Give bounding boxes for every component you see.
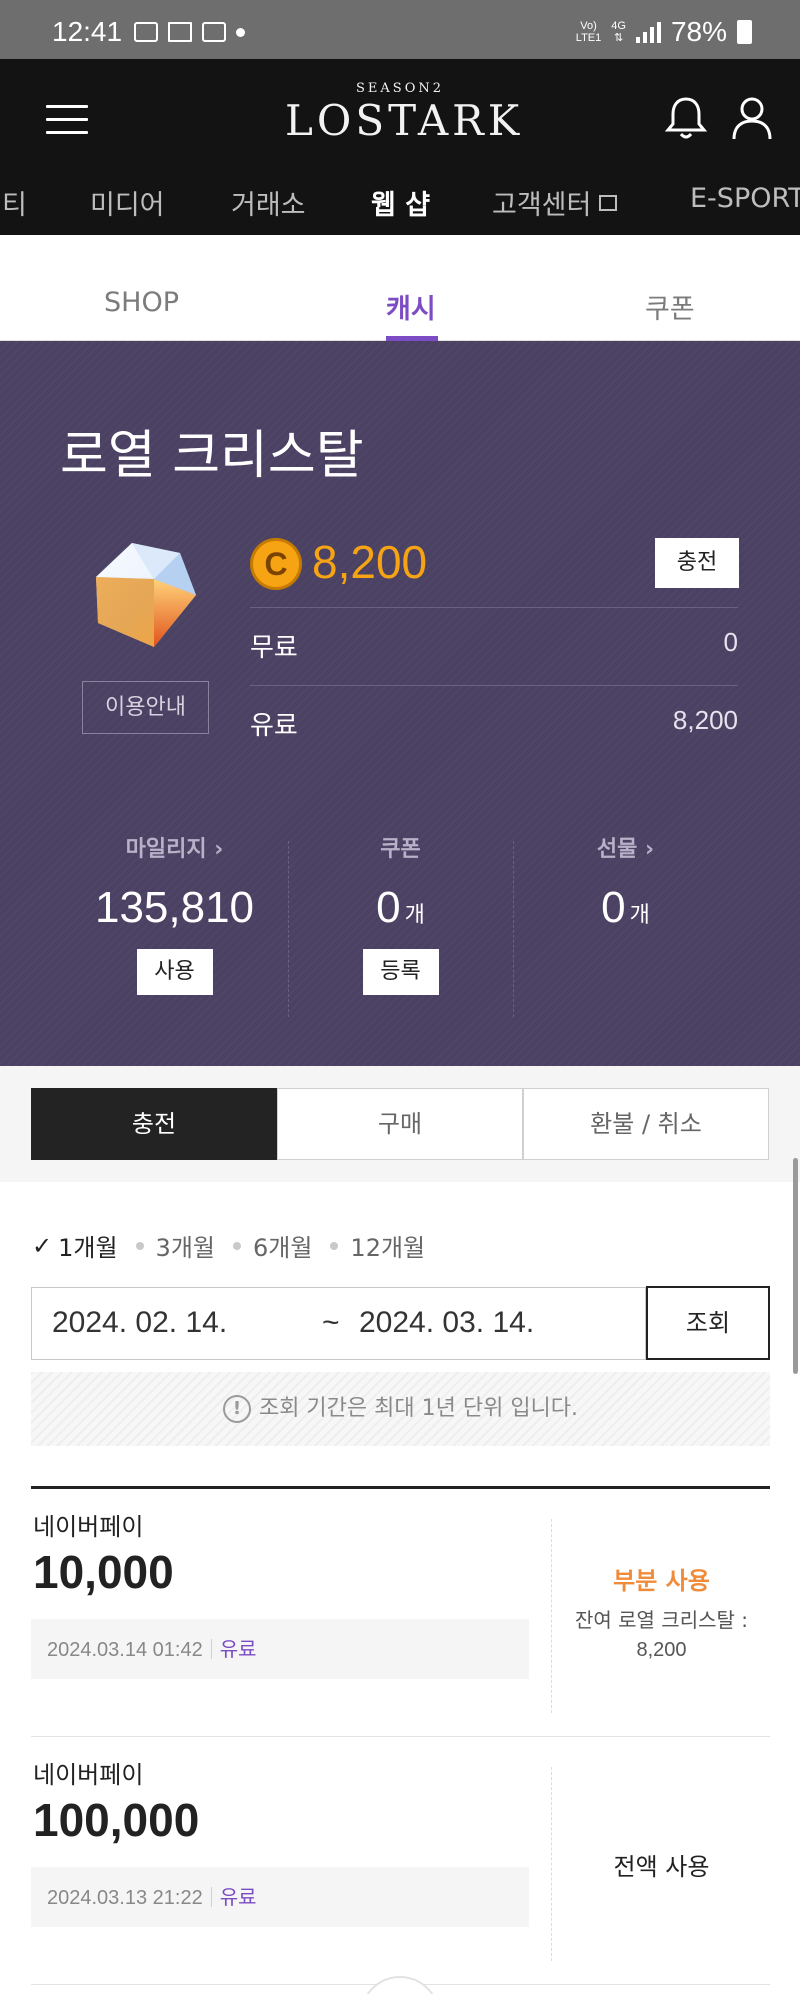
charge-amount: 100,000 <box>33 1794 200 1846</box>
signal-icon <box>635 21 661 43</box>
remaining-label: 잔여 로열 크리스탈 : <box>574 1608 748 1632</box>
period-12-months[interactable]: 12개월 <box>350 1228 425 1263</box>
record-datetime: 2024.03.13 21:22 <box>47 1887 203 1909</box>
user-icon[interactable] <box>730 95 774 145</box>
payment-method: 네이버페이 <box>33 1761 144 1789</box>
notice-text: 조회 기간은 최대 1년 단위 입니다. <box>258 1396 579 1421</box>
record-datetime: 2024.03.14 01:42 <box>47 1639 203 1661</box>
record-meta: 2024.03.14 01:42 유료 <box>31 1619 529 1679</box>
mileage-stat: 마일리지 › 135,810 사용 <box>62 831 287 995</box>
external-link-icon <box>599 195 618 211</box>
paid-value: 8,200 <box>672 705 738 735</box>
status-time: 12:41 <box>52 16 123 47</box>
record-status: 전액 사용 <box>553 1847 770 1882</box>
mileage-value: 135,810 <box>94 883 255 932</box>
crystal-coin-icon: C <box>250 538 302 590</box>
use-mileage-button[interactable]: 사용 <box>136 949 213 995</box>
nav-item-support[interactable]: 고객센터 <box>492 183 618 222</box>
record-type: 유료 <box>219 1637 257 1661</box>
record-meta: 2024.03.13 21:22 유료 <box>31 1867 529 1927</box>
history-record: 네이버페이 100,000 2024.03.13 21:22 유료 전액 사용 <box>31 1737 770 1985</box>
logo-season: SEASON2 <box>356 81 444 96</box>
nav-item-market[interactable]: 거래소 <box>231 183 306 222</box>
bullet-icon <box>330 1241 339 1250</box>
logo-name: LOSTARK <box>285 96 524 145</box>
date-separator: ~ <box>322 1306 340 1339</box>
lostark-logo[interactable]: SEASON2 LOSTARK <box>285 81 524 151</box>
bullet-icon <box>232 1241 241 1250</box>
remaining-value: 8,200 <box>636 1639 687 1661</box>
nav-item-esports[interactable]: E-SPORT <box>690 183 800 214</box>
info-icon: ! <box>222 1395 251 1423</box>
divider <box>250 607 738 608</box>
wallet-icon <box>202 22 226 42</box>
period-6-months[interactable]: 6개월 <box>253 1228 312 1263</box>
menu-icon[interactable] <box>46 105 88 135</box>
bullet-icon <box>135 1241 144 1250</box>
divider <box>551 1767 552 1961</box>
record-type: 유료 <box>219 1885 257 1909</box>
end-date[interactable]: 2024. 03. 14. <box>359 1306 534 1340</box>
divider <box>551 1519 552 1713</box>
coupon-unit: 개 <box>404 902 425 927</box>
period-1-month[interactable]: 1개월 <box>58 1228 117 1263</box>
battery-icon <box>737 20 752 44</box>
paid-label: 유료 <box>250 711 298 741</box>
register-coupon-button[interactable]: 등록 <box>362 949 439 995</box>
payment-method: 네이버페이 <box>33 1513 144 1541</box>
bell-icon[interactable] <box>664 95 708 145</box>
start-date[interactable]: 2024. 02. 14. <box>52 1306 227 1340</box>
status-partial-use: 부분 사용 <box>613 1567 710 1595</box>
shop-subtabs: SHOP 캐시 쿠폰 <box>0 267 800 341</box>
status-bar: 12:41 Vo) LTE1 4G ⇅ 78% <box>0 0 800 59</box>
gift-count: 0 <box>601 883 626 932</box>
search-button[interactable]: 조회 <box>646 1286 770 1360</box>
period-3-months[interactable]: 3개월 <box>156 1228 215 1263</box>
crystal-balance: 8,200 <box>312 536 428 588</box>
crystal-wallet-panel: 로열 크리스탈 이용안내 C 8,200 충전 무료 0 유료 8,200 마일… <box>0 341 800 1066</box>
notification-dot-icon <box>236 27 245 37</box>
royal-crystal-icon <box>92 537 200 661</box>
coupon-count: 0 <box>376 883 401 932</box>
coupon-label: 쿠폰 <box>380 837 421 862</box>
wallet-title: 로열 크리스탈 <box>60 426 364 486</box>
gallery-icon <box>134 22 158 42</box>
tab-refund-history[interactable]: 환불 / 취소 <box>523 1088 769 1160</box>
site-header: SEASON2 LOSTARK 티 미디어 거래소 웹 샵 고객센터 E-SPO… <box>0 59 800 235</box>
scrollbar[interactable] <box>793 1158 798 1374</box>
nav-item-support-label: 고객센터 <box>492 190 592 221</box>
divider <box>250 685 738 686</box>
record-status: 부분 사용 잔여 로열 크리스탈 : 8,200 <box>553 1561 770 1662</box>
tab-charge-history[interactable]: 충전 <box>31 1088 277 1160</box>
charge-button[interactable]: 충전 <box>655 538 739 588</box>
gift-unit: 개 <box>629 902 650 927</box>
tab-purchase-history[interactable]: 구매 <box>277 1088 523 1160</box>
tab-coupon[interactable]: 쿠폰 <box>645 287 695 326</box>
tab-shop[interactable]: SHOP <box>104 287 179 318</box>
battery-level: 78% <box>670 16 727 47</box>
mail-icon <box>168 22 192 42</box>
status-full-use: 전액 사용 <box>613 1853 710 1881</box>
usage-guide-button[interactable]: 이용안내 <box>82 681 209 734</box>
gift-stat: 선물 › 0개 <box>513 831 738 933</box>
gift-link[interactable]: 선물 › <box>513 831 738 863</box>
nav-item-webshop[interactable]: 웹 샵 <box>371 183 430 222</box>
charge-amount: 10,000 <box>33 1546 174 1598</box>
period-filter: ✓ 1개월 3개월 6개월 12개월 <box>32 1228 443 1263</box>
network-type: 4G ⇅ <box>611 20 626 44</box>
nav-item-media[interactable]: 미디어 <box>90 183 165 222</box>
global-nav: 티 미디어 거래소 웹 샵 고객센터 E-SPORT <box>0 171 800 235</box>
free-value: 0 <box>723 627 738 657</box>
free-label: 무료 <box>250 633 298 663</box>
history-tabs: 충전 구매 환불 / 취소 <box>31 1088 769 1160</box>
history-record: 네이버페이 10,000 2024.03.14 01:42 유료 부분 사용 잔여… <box>31 1489 770 1737</box>
tab-cash[interactable]: 캐시 <box>386 287 436 326</box>
coupon-stat: 쿠폰 0개 등록 <box>288 831 513 995</box>
date-range-field[interactable]: 2024. 02. 14. ~ 2024. 03. 14. <box>31 1287 646 1360</box>
mileage-link[interactable]: 마일리지 › <box>62 831 287 863</box>
nav-item-partial[interactable]: 티 <box>2 183 27 222</box>
volte-indicator: Vo) LTE1 <box>575 20 602 44</box>
check-icon: ✓ <box>32 1231 53 1260</box>
period-notice: ! 조회 기간은 최대 1년 단위 입니다. <box>31 1372 770 1446</box>
